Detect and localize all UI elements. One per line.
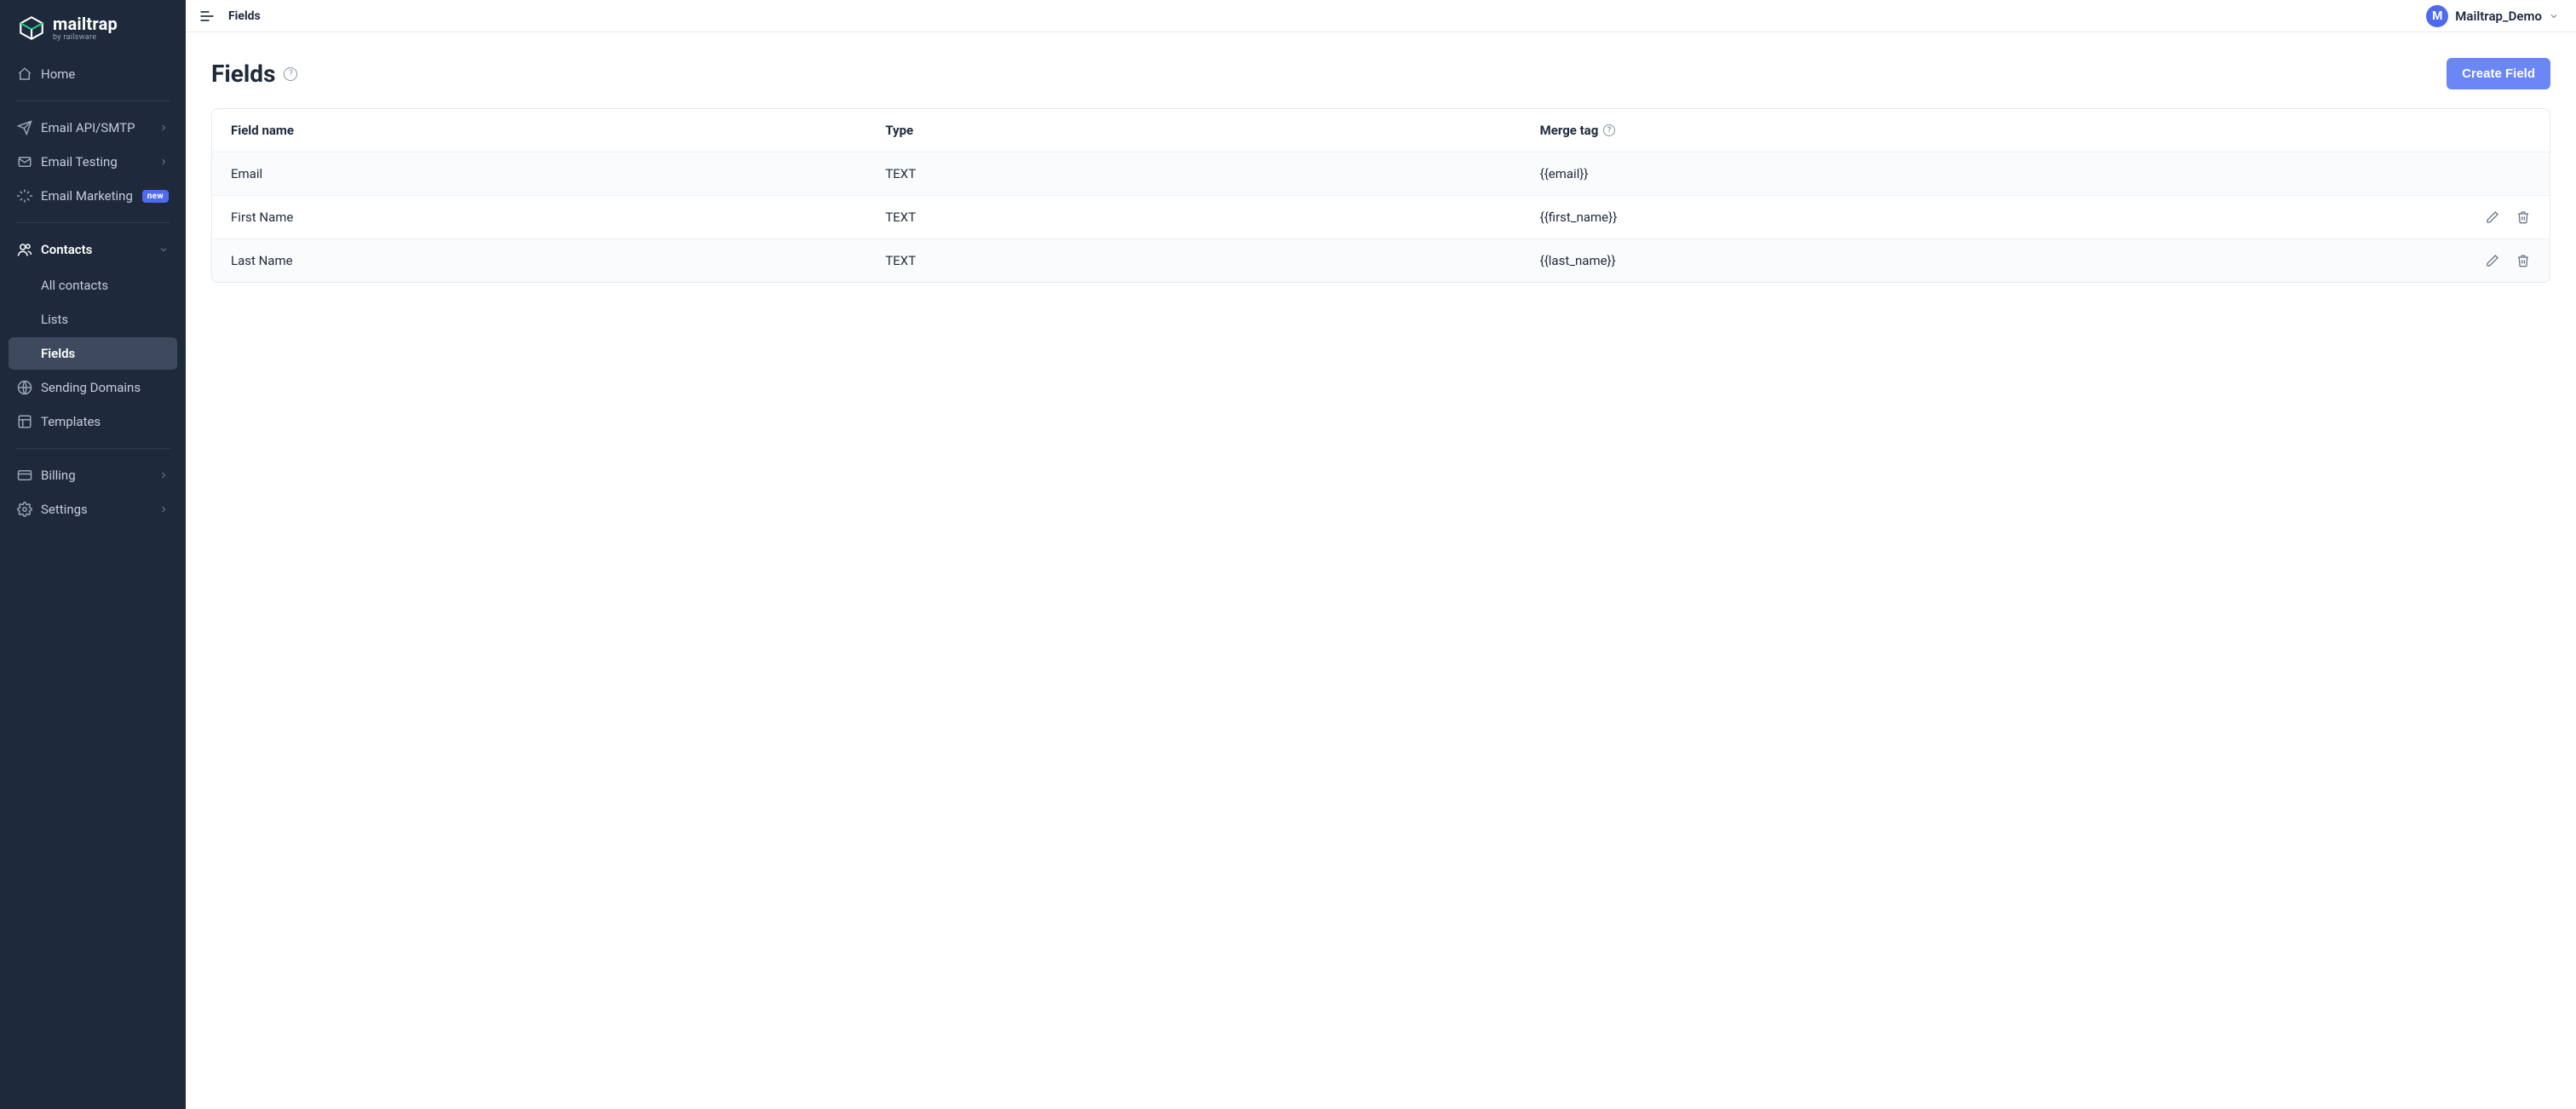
cell-actions xyxy=(2316,239,2550,283)
page-title: Fields xyxy=(211,60,275,88)
gear-icon xyxy=(17,502,32,517)
send-icon xyxy=(17,120,32,135)
breadcrumb: Fields xyxy=(228,9,261,23)
brand-byline: by railsware xyxy=(53,34,118,42)
sidebar-sub-all-contacts[interactable]: All contacts xyxy=(9,269,177,302)
page-title-wrap: Fields ? xyxy=(211,60,297,88)
logo[interactable]: mailtrap by railsware xyxy=(0,0,186,53)
content-header: Fields ? Create Field xyxy=(211,58,2550,89)
chevron-right-icon xyxy=(158,123,169,133)
cell-field-type: TEXT xyxy=(866,152,1521,196)
cell-actions xyxy=(2316,152,2550,196)
cell-field-name: First Name xyxy=(212,196,866,239)
help-icon[interactable]: ? xyxy=(1603,124,1615,136)
chevron-right-icon xyxy=(158,470,169,480)
delete-button[interactable] xyxy=(2516,210,2531,225)
chevron-down-icon xyxy=(2549,11,2559,21)
sidebar-item-settings[interactable]: Settings xyxy=(9,493,177,526)
chevron-down-icon xyxy=(158,244,169,255)
sidebar-item-email-api[interactable]: Email API/SMTP xyxy=(9,112,177,144)
avatar: M xyxy=(2426,5,2448,27)
content: Fields ? Create Field Field name Type Me… xyxy=(186,32,2576,308)
sidebar-item-label: All contacts xyxy=(41,278,108,293)
table-row: EmailTEXT{{email}} xyxy=(212,152,2550,196)
brand-name: mailtrap xyxy=(53,15,118,32)
cell-merge-tag: {{last_name}} xyxy=(1521,239,2316,283)
column-header-merge-tag: Merge tag xyxy=(1540,123,1599,138)
table-row: Last NameTEXT{{last_name}} xyxy=(212,239,2550,283)
sidebar-item-label: Email Marketing xyxy=(41,188,134,204)
contacts-submenu: All contacts Lists Fields xyxy=(9,269,177,370)
sidebar-item-label: Fields xyxy=(41,346,75,361)
sidebar-item-billing[interactable]: Billing xyxy=(9,459,177,491)
sparkle-icon xyxy=(17,188,32,204)
sidebar-item-label: Contacts xyxy=(41,242,150,257)
billing-icon xyxy=(17,468,32,483)
contacts-icon xyxy=(17,242,32,257)
sidebar-item-contacts[interactable]: Contacts xyxy=(9,233,177,266)
sidebar-item-label: Sending Domains xyxy=(41,380,169,395)
sidebar-item-label: Email Testing xyxy=(41,154,150,170)
user-menu[interactable]: M Mailtrap_Demo xyxy=(2421,2,2564,31)
edit-button[interactable] xyxy=(2485,210,2500,225)
chevron-right-icon xyxy=(158,504,169,514)
sidebar-item-label: Settings xyxy=(41,502,150,517)
sidebar-item-email-testing[interactable]: Email Testing xyxy=(9,146,177,178)
new-badge: new xyxy=(142,190,169,203)
column-header-name: Field name xyxy=(231,123,294,138)
cell-field-type: TEXT xyxy=(866,239,1521,283)
sidebar-item-email-marketing[interactable]: Email Marketing new xyxy=(9,180,177,212)
fields-table: Field name Type Merge tag ? EmailTEXT{{e… xyxy=(211,108,2550,283)
nav-divider xyxy=(15,448,170,449)
create-field-button[interactable]: Create Field xyxy=(2447,58,2550,89)
topbar: Fields M Mailtrap_Demo xyxy=(186,0,2576,32)
cell-actions xyxy=(2316,196,2550,239)
chevron-right-icon xyxy=(158,157,169,167)
cell-merge-tag: {{email}} xyxy=(1521,152,2316,196)
main: Fields M Mailtrap_Demo Fields ? Create F… xyxy=(186,0,2576,1109)
table-row: First NameTEXT{{first_name}} xyxy=(212,196,2550,239)
sidebar-item-label: Billing xyxy=(41,468,150,483)
sidebar: mailtrap by railsware Home Email API/SMT… xyxy=(0,0,186,1109)
primary-nav: Home Email API/SMTP Email Testing xyxy=(0,53,186,531)
template-icon xyxy=(17,414,32,429)
cell-field-name: Email xyxy=(212,152,866,196)
sidebar-item-sending-domains[interactable]: Sending Domains xyxy=(9,371,177,404)
edit-button[interactable] xyxy=(2485,253,2500,268)
sidebar-item-label: Email API/SMTP xyxy=(41,120,150,135)
sidebar-item-templates[interactable]: Templates xyxy=(9,405,177,438)
brand-icon xyxy=(17,14,46,43)
cell-field-type: TEXT xyxy=(866,196,1521,239)
sidebar-item-label: Templates xyxy=(41,414,169,429)
sidebar-item-label: Lists xyxy=(41,312,68,327)
user-name: Mailtrap_Demo xyxy=(2455,9,2542,24)
help-icon[interactable]: ? xyxy=(284,67,297,81)
sidebar-item-home[interactable]: Home xyxy=(9,58,177,90)
sidebar-toggle-button[interactable] xyxy=(198,7,216,26)
sidebar-sub-fields[interactable]: Fields xyxy=(9,337,177,370)
globe-icon xyxy=(17,380,32,395)
mail-check-icon xyxy=(17,154,32,170)
home-icon xyxy=(17,66,32,82)
column-header-type: Type xyxy=(885,123,913,138)
delete-button[interactable] xyxy=(2516,253,2531,268)
nav-divider xyxy=(15,222,170,223)
sidebar-sub-lists[interactable]: Lists xyxy=(9,303,177,336)
cell-field-name: Last Name xyxy=(212,239,866,283)
sidebar-item-label: Home xyxy=(41,66,169,82)
cell-merge-tag: {{first_name}} xyxy=(1521,196,2316,239)
